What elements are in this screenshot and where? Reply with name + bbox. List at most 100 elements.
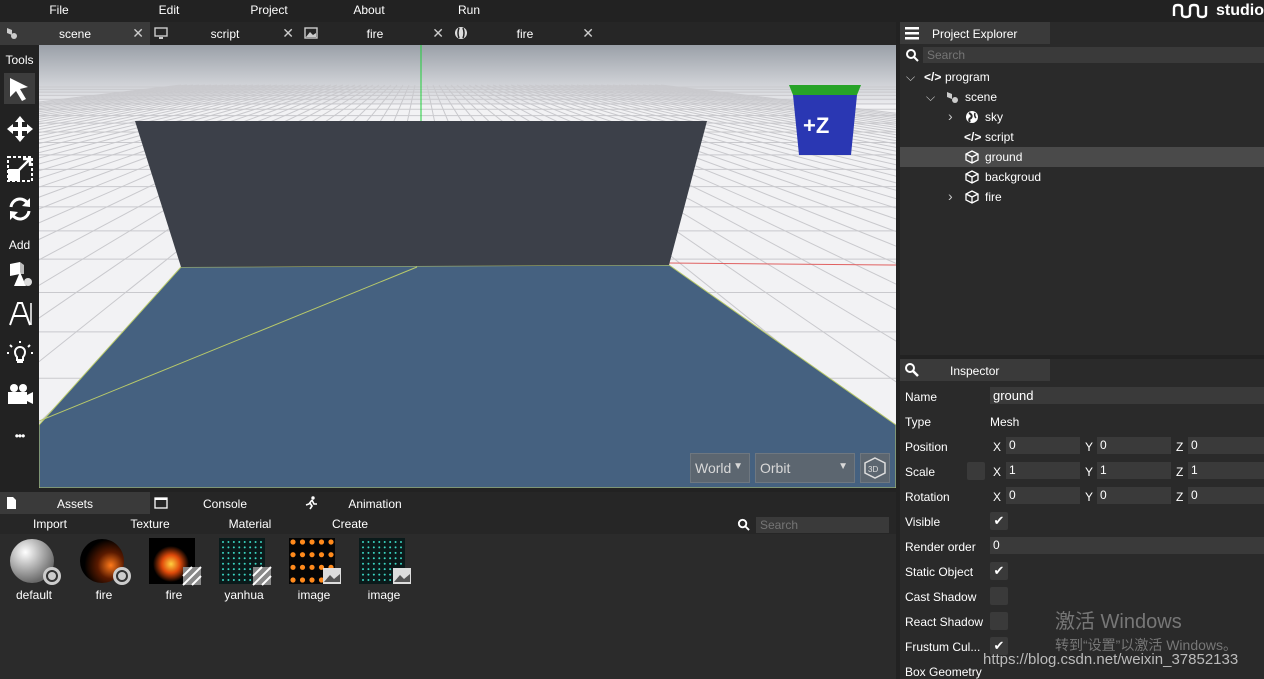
scale-tool-button[interactable] [4,153,35,184]
position-y-field[interactable]: 0 [1097,437,1171,454]
select-tool-button[interactable] [4,73,35,104]
tab-console[interactable]: Console [150,492,300,514]
orbit-select-value: Orbit [760,460,791,476]
cast-shadow-checkbox[interactable] [990,587,1008,605]
scale-y-field[interactable]: 1 [1097,462,1171,479]
import-button[interactable]: Import [0,517,100,531]
rotation-x-field[interactable]: 0 [1006,487,1080,504]
menu-file[interactable]: File [19,3,99,17]
render-order-field[interactable]: 0 [990,537,1264,554]
inspector-position-row: Position X 0 Y 0 Z 0 [900,435,1264,457]
scale-lock-checkbox[interactable] [967,462,985,480]
chevron-down-icon[interactable]: ⌵ [926,90,935,105]
tab-label: fire [366,27,384,41]
scene-icon [7,28,17,39]
create-button[interactable]: Create [300,517,400,531]
tree-item-program[interactable]: ⌵ </> program [900,67,1264,87]
material-button[interactable]: Material [200,517,300,531]
tool-bar: Tools Add ••• [0,45,39,488]
chevron-right-icon[interactable]: › [948,108,953,124]
asset-item-fire-material[interactable]: fire [70,538,131,602]
tab-fire-image[interactable]: fire ✕ [300,22,450,45]
view-3d-button[interactable]: 3D [860,453,890,483]
inspector-title: Inspector [950,364,1000,378]
inspector-name-row: Name ground [900,385,1264,407]
asset-item-yanhua[interactable]: yanhua [210,538,272,602]
explorer-search-input[interactable] [923,47,1264,63]
add-geometry-button[interactable] [4,258,35,289]
axis-x-label: X [993,440,1002,454]
tree-item-scene[interactable]: ⌵ scene [900,87,1264,107]
tab-animation[interactable]: Animation [300,492,450,514]
app-logo: studio [1172,0,1264,22]
logo-wave-icon [1172,3,1208,19]
axis-z-label: Z [1176,490,1184,504]
texture-badge-icon [182,566,202,586]
move-arrows-icon [6,115,33,142]
close-icon[interactable]: ✕ [282,25,294,42]
axis-x-label: X [993,490,1002,504]
chevron-down-icon[interactable]: ⌵ [906,70,915,85]
close-icon[interactable]: ✕ [432,25,444,42]
tab-script[interactable]: script ✕ [150,22,300,45]
inspector-scale-row: Scale X 1 Y 1 Z 1 [900,460,1264,482]
world-select[interactable]: World ▼ [690,453,750,483]
orbit-select[interactable]: Orbit ▼ [755,453,855,483]
inspector-type-row: Type Mesh [900,410,1264,432]
position-z-field[interactable]: 0 [1188,437,1264,454]
menu-about[interactable]: About [329,3,409,17]
scale-x-field[interactable]: 1 [1006,462,1080,479]
image-icon [304,27,318,39]
tab-scene[interactable]: scene ✕ [0,22,150,45]
inspector-tab[interactable]: Inspector [900,359,1050,381]
asset-item-fire-texture[interactable]: fire [140,538,202,602]
chevron-down-icon: ▼ [838,461,848,472]
tree-item-script[interactable]: </> script [900,127,1264,147]
scene-viewport[interactable]: +Z World ▼ Orbit ▼ 3D [39,45,896,488]
asset-item-default[interactable]: default [0,538,61,602]
axis-y-label: Y [1085,440,1094,454]
scale-z-field[interactable]: 1 [1188,462,1264,479]
menu-run[interactable]: Run [429,3,509,17]
react-shadow-checkbox[interactable] [990,612,1008,630]
assets-search-input[interactable] [756,517,889,533]
menu-project[interactable]: Project [229,3,309,17]
visible-label: Visible [905,515,941,529]
texture-button[interactable]: Texture [100,517,200,531]
rotation-y-field[interactable]: 0 [1097,487,1171,504]
menu-edit[interactable]: Edit [129,3,209,17]
project-explorer-tab[interactable]: Project Explorer [900,22,1050,44]
geometry-icon [9,261,32,286]
tab-fire-particle[interactable]: fire ✕ [450,22,600,45]
asset-item-image-2[interactable]: image [350,538,411,602]
tree-item-fire[interactable]: › fire [900,187,1264,207]
tree-item-ground[interactable]: ground [900,147,1264,167]
asset-item-image-1[interactable]: image [280,538,341,602]
chevron-right-icon[interactable]: › [948,188,953,204]
name-label: Name [905,390,938,404]
scene-canvas[interactable] [39,45,896,488]
text-icon [8,301,32,325]
visible-checkbox[interactable]: ✔ [990,512,1008,530]
static-object-checkbox[interactable]: ✔ [990,562,1008,580]
close-icon[interactable]: ✕ [132,25,144,42]
tools-heading: Tools [5,53,34,67]
rotate-tool-button[interactable] [4,193,35,224]
add-text-button[interactable] [4,298,35,329]
tree-item-backgroud[interactable]: backgroud [900,167,1264,187]
tab-assets[interactable]: Assets [0,492,150,514]
static-object-label: Static Object [905,565,974,579]
tab-label: Console [202,497,248,511]
close-icon[interactable]: ✕ [582,25,594,42]
move-tool-button[interactable] [4,113,35,144]
more-tools-button[interactable]: ••• [4,420,35,451]
add-light-button[interactable] [4,338,35,369]
monitor-icon [154,27,168,39]
project-explorer-title: Project Explorer [932,27,1018,41]
name-field[interactable]: ground [990,387,1264,404]
add-camera-button[interactable] [4,378,35,409]
position-x-field[interactable]: 0 [1006,437,1080,454]
rotation-z-field[interactable]: 0 [1188,487,1264,504]
menu-bar: File Edit Project About Run studio [0,0,1264,22]
tree-item-sky[interactable]: › sky [900,107,1264,127]
